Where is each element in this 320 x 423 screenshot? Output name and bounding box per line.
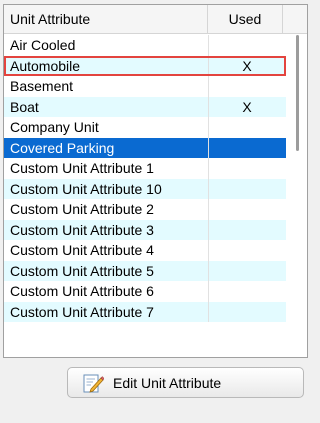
used-cell (208, 281, 285, 302)
list-item[interactable]: Custom Unit Attribute 4 (4, 240, 286, 261)
attribute-cell: Custom Unit Attribute 10 (10, 180, 162, 197)
attribute-cell: Custom Unit Attribute 2 (10, 201, 154, 217)
attribute-cell: Custom Unit Attribute 6 (10, 283, 154, 299)
used-cell (208, 260, 285, 281)
list-item[interactable]: Custom Unit Attribute 3 (4, 219, 286, 240)
attribute-cell: Custom Unit Attribute 5 (10, 262, 154, 279)
list-item[interactable]: Custom Unit Attribute 5 (4, 260, 286, 281)
list-item[interactable]: Custom Unit Attribute 7 (4, 301, 286, 322)
list-item[interactable]: Basement (4, 76, 286, 97)
used-cell (208, 158, 285, 179)
used-cell: X (208, 55, 285, 76)
column-header-unit-attribute[interactable]: Unit Attribute (4, 5, 208, 33)
edit-unit-attribute-button[interactable]: Edit Unit Attribute (67, 367, 304, 398)
list-item[interactable]: Automobile X (4, 55, 286, 76)
list-item[interactable]: Air Cooled (4, 35, 286, 56)
list-item[interactable]: Company Unit (4, 117, 286, 138)
used-cell (208, 35, 285, 56)
attribute-cell: Custom Unit Attribute 4 (10, 242, 154, 258)
used-cell (208, 199, 285, 220)
scrollbar-thumb[interactable] (296, 35, 299, 151)
column-header-used[interactable]: Used (208, 5, 283, 33)
used-cell: X (208, 96, 285, 117)
list-item[interactable]: Custom Unit Attribute 2 (4, 199, 286, 220)
attribute-cell: Air Cooled (10, 37, 76, 53)
attribute-cell: Covered Parking (10, 139, 115, 156)
used-cell (208, 178, 285, 199)
list-item[interactable]: Custom Unit Attribute 10 (4, 178, 286, 199)
vertical-scrollbar[interactable] (288, 35, 306, 357)
used-cell (208, 240, 285, 261)
list-item[interactable]: Covered Parking (4, 137, 286, 158)
edit-icon (83, 374, 104, 393)
attribute-cell: Custom Unit Attribute 3 (10, 221, 154, 238)
used-cell (208, 219, 285, 240)
attribute-cell: Custom Unit Attribute 1 (10, 160, 154, 176)
used-cell (208, 301, 285, 322)
list-item[interactable]: Boat X (4, 96, 286, 117)
attribute-cell: Company Unit (10, 119, 99, 135)
list-rows: Air Cooled Automobile X Basement Boat X Co… (4, 35, 286, 322)
used-cell (208, 76, 285, 97)
unit-attribute-list[interactable]: Unit Attribute Used Air Cooled Automobil… (3, 4, 308, 358)
used-cell (208, 117, 285, 138)
attribute-cell: Automobile (10, 57, 81, 74)
list-item[interactable]: Custom Unit Attribute 6 (4, 281, 286, 302)
edit-unit-attribute-label: Edit Unit Attribute (113, 374, 222, 391)
attribute-cell: Basement (10, 78, 74, 94)
attribute-cell: Custom Unit Attribute 7 (10, 303, 154, 320)
list-item[interactable]: Custom Unit Attribute 1 (4, 158, 286, 179)
used-cell (208, 137, 285, 158)
attribute-cell: Boat (10, 98, 39, 115)
header-filler (283, 5, 307, 33)
list-header: Unit Attribute Used (4, 5, 307, 34)
